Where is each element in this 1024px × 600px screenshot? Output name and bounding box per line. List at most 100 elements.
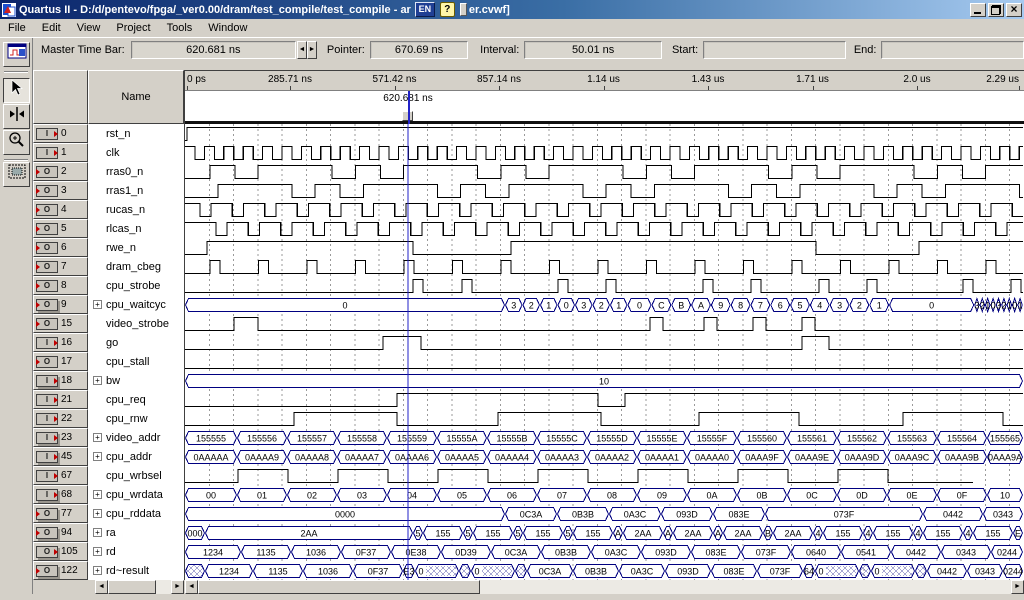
signal-handle[interactable]: O4 xyxy=(33,200,88,219)
signal-handle[interactable]: O77 xyxy=(33,504,88,523)
signal-name-cell[interactable]: rucas_n xyxy=(88,200,184,219)
menu-project[interactable]: Project xyxy=(108,20,158,36)
language-bar-grip[interactable] xyxy=(460,3,467,16)
wave-scroll-thumb[interactable] xyxy=(198,580,480,594)
name-panel-hscrollbar[interactable]: ◄ ► xyxy=(95,580,184,594)
signal-handle[interactable]: O105 xyxy=(33,542,88,561)
svg-text:A: A xyxy=(698,301,704,311)
zoom-tool-button[interactable] xyxy=(3,130,30,155)
signal-name-cell[interactable]: rlcas_n xyxy=(88,219,184,238)
signal-name-cell[interactable]: cpu_stall xyxy=(88,352,184,371)
signal-handle[interactable]: O15 xyxy=(33,314,88,333)
waveform-canvas[interactable]: 032103210CBA9876543210321032101101555551… xyxy=(185,124,1024,580)
waveform-editor-button[interactable] xyxy=(3,42,30,67)
language-indicator[interactable]: EN xyxy=(415,2,435,17)
signal-name-cell[interactable]: +cpu_wrdata xyxy=(88,485,184,504)
expand-plus-icon[interactable]: + xyxy=(93,509,102,518)
signal-index: 0 xyxy=(61,128,67,139)
signal-row-dram_cbeg: O7dram_cbeg xyxy=(33,257,184,276)
expand-plus-icon[interactable]: + xyxy=(93,490,102,499)
signal-handle[interactable]: I67 xyxy=(33,466,88,485)
waveform-edit-tool-button[interactable] xyxy=(3,104,30,129)
signal-name-cell[interactable]: dram_cbeg xyxy=(88,257,184,276)
signal-handle[interactable]: O2 xyxy=(33,162,88,181)
output-bus-icon: O xyxy=(36,565,58,577)
signal-index: 7 xyxy=(61,261,67,272)
signal-name-cell[interactable]: rras1_n xyxy=(88,181,184,200)
svg-text:1036: 1036 xyxy=(306,548,326,558)
master-bar-strip[interactable]: 620.681 ns xyxy=(185,91,1024,121)
signal-handle[interactable]: I45 xyxy=(33,447,88,466)
menu-file[interactable]: File xyxy=(0,20,34,36)
signal-row-cpu_addr: I45+cpu_addr xyxy=(33,447,184,466)
signal-name-cell[interactable]: +bw xyxy=(88,371,184,390)
signal-handle[interactable]: I18 xyxy=(33,371,88,390)
signal-name-cell[interactable]: +cpu_rddata xyxy=(88,504,184,523)
signal-handle[interactable]: O6 xyxy=(33,238,88,257)
signal-name-cell[interactable]: +cpu_addr xyxy=(88,447,184,466)
svg-text:0AAAA3: 0AAAA3 xyxy=(545,453,579,463)
signal-name-cell[interactable]: rst_n xyxy=(88,124,184,143)
selection-tool-button[interactable] xyxy=(3,78,30,103)
full-screen-button[interactable] xyxy=(3,162,30,187)
signal-handle[interactable]: I0 xyxy=(33,124,88,143)
close-button[interactable]: × xyxy=(1006,3,1022,17)
expand-plus-icon[interactable]: + xyxy=(93,528,102,537)
signal-name-cell[interactable]: cpu_req xyxy=(88,390,184,409)
expand-plus-icon[interactable]: + xyxy=(93,433,102,442)
signal-name-cell[interactable]: go xyxy=(88,333,184,352)
expand-plus-icon[interactable]: + xyxy=(93,452,102,461)
signal-name-cell[interactable]: clk xyxy=(88,143,184,162)
menu-edit[interactable]: Edit xyxy=(34,20,69,36)
signal-handle[interactable]: I23 xyxy=(33,428,88,447)
signal-handle[interactable]: O7 xyxy=(33,257,88,276)
expand-plus-icon[interactable]: + xyxy=(93,547,102,556)
signal-name-cell[interactable]: +rd xyxy=(88,542,184,561)
signal-handle[interactable]: O9 xyxy=(33,295,88,314)
menu-view[interactable]: View xyxy=(69,20,109,36)
start-field[interactable] xyxy=(703,41,846,59)
signal-handle[interactable]: O94 xyxy=(33,523,88,542)
signal-name-cell[interactable]: rwe_n xyxy=(88,238,184,257)
time-ruler[interactable]: 0 ps285.71 ns571.42 ns857.14 ns1.14 us1.… xyxy=(185,70,1024,91)
scroll-left-icon[interactable]: ◄ xyxy=(95,580,108,594)
signal-name-cell[interactable]: cpu_strobe xyxy=(88,276,184,295)
scroll-left-icon[interactable]: ◄ xyxy=(185,580,198,594)
menu-window[interactable]: Window xyxy=(200,20,255,36)
signal-handle[interactable]: O122 xyxy=(33,561,88,580)
signal-name-cell[interactable]: +rd~result xyxy=(88,561,184,580)
waveform-hscrollbar[interactable]: ◄ ► xyxy=(185,580,1024,594)
signal-handle[interactable]: O5 xyxy=(33,219,88,238)
signal-name-cell[interactable]: video_strobe xyxy=(88,314,184,333)
scroll-right-icon[interactable]: ► xyxy=(1011,580,1024,594)
minimize-button[interactable] xyxy=(970,3,986,17)
expand-plus-icon[interactable]: + xyxy=(93,376,102,385)
signal-name-cell[interactable]: cpu_rnw xyxy=(88,409,184,428)
signal-handle[interactable]: O3 xyxy=(33,181,88,200)
signal-handle[interactable]: O8 xyxy=(33,276,88,295)
signal-handle[interactable]: I68 xyxy=(33,485,88,504)
restore-button[interactable] xyxy=(988,3,1004,17)
expand-plus-icon[interactable]: + xyxy=(93,300,102,309)
signal-handle[interactable]: O17 xyxy=(33,352,88,371)
signal-name-cell[interactable]: +cpu_waitcyc xyxy=(88,295,184,314)
expand-plus-icon[interactable]: + xyxy=(93,566,102,575)
signal-name-cell[interactable]: +ra xyxy=(88,523,184,542)
signal-name-cell[interactable]: rras0_n xyxy=(88,162,184,181)
signal-name-cell[interactable]: cpu_wrbsel xyxy=(88,466,184,485)
signal-row-cpu_rnw: I22cpu_rnw xyxy=(33,409,184,428)
master-time-bar-field[interactable]: 620.681 ns xyxy=(131,41,296,59)
signal-handle[interactable]: I16 xyxy=(33,333,88,352)
time-spin-right-icon[interactable]: ► xyxy=(307,41,317,59)
help-icon[interactable]: ? xyxy=(440,2,455,17)
signal-handle[interactable]: I1 xyxy=(33,143,88,162)
signal-handle[interactable]: I21 xyxy=(33,390,88,409)
signal-handle[interactable]: I22 xyxy=(33,409,88,428)
input-bus-icon: I xyxy=(36,375,58,387)
end-field[interactable] xyxy=(881,41,1024,59)
menu-tools[interactable]: Tools xyxy=(159,20,201,36)
name-scroll-thumb[interactable] xyxy=(108,580,156,594)
signal-name-cell[interactable]: +video_addr xyxy=(88,428,184,447)
scroll-right-icon[interactable]: ► xyxy=(171,580,184,594)
time-spin-left-icon[interactable]: ◄ xyxy=(297,41,307,59)
